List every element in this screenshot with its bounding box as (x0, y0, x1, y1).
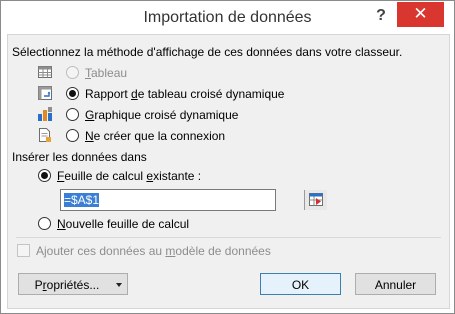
range-picker-button[interactable] (304, 190, 327, 210)
separator (16, 237, 441, 238)
option-pivot-chart-label: Graphique croisé dynamique (85, 108, 239, 122)
radio-new-sheet[interactable] (38, 217, 51, 230)
radio-pivot-chart[interactable] (66, 108, 79, 121)
option-connection-only-label: Ne créer que la connexion (85, 129, 226, 143)
import-data-dialog: Importation de données ? ✕ Sélectionnez … (0, 0, 455, 314)
properties-button[interactable]: Propriétés... (18, 273, 128, 295)
add-to-data-model-checkbox[interactable] (17, 244, 30, 257)
radio-table[interactable] (66, 66, 79, 79)
add-to-data-model-label: Ajouter ces données au modèle de données (36, 244, 271, 258)
connection-icon (39, 128, 51, 142)
table-icon (38, 66, 52, 78)
display-heading: Sélectionnez la méthode d'affichage de c… (12, 45, 403, 59)
existing-sheet-label: Feuille de calcul existante : (57, 169, 202, 183)
insert-heading: Insérer les données dans (12, 150, 147, 164)
radio-connection-only[interactable] (66, 129, 79, 142)
ok-button[interactable]: OK (260, 273, 341, 295)
pivot-chart-icon (38, 107, 52, 121)
range-picker-icon (309, 193, 323, 206)
new-sheet-label: Nouvelle feuille de calcul (57, 217, 190, 231)
pivot-table-icon (38, 86, 52, 100)
chevron-down-icon (116, 283, 122, 287)
dialog-body: Sélectionnez la méthode d'affichage de c… (7, 34, 450, 309)
range-input-value: =$A$1 (64, 193, 100, 207)
radio-existing-sheet[interactable] (38, 169, 51, 182)
radio-pivot-table[interactable] (66, 87, 79, 100)
range-input[interactable]: =$A$1 (60, 189, 327, 211)
help-button[interactable]: ? (371, 6, 391, 26)
option-table-label: Tableau (85, 66, 128, 80)
properties-button-label: Propriétés... (34, 278, 100, 292)
title-bar: Importation de données ? ✕ (1, 1, 454, 34)
option-pivot-table-label: Rapport de tableau croisé dynamique (85, 87, 285, 101)
close-button[interactable]: ✕ (397, 2, 444, 27)
cancel-button[interactable]: Annuler (355, 273, 436, 295)
